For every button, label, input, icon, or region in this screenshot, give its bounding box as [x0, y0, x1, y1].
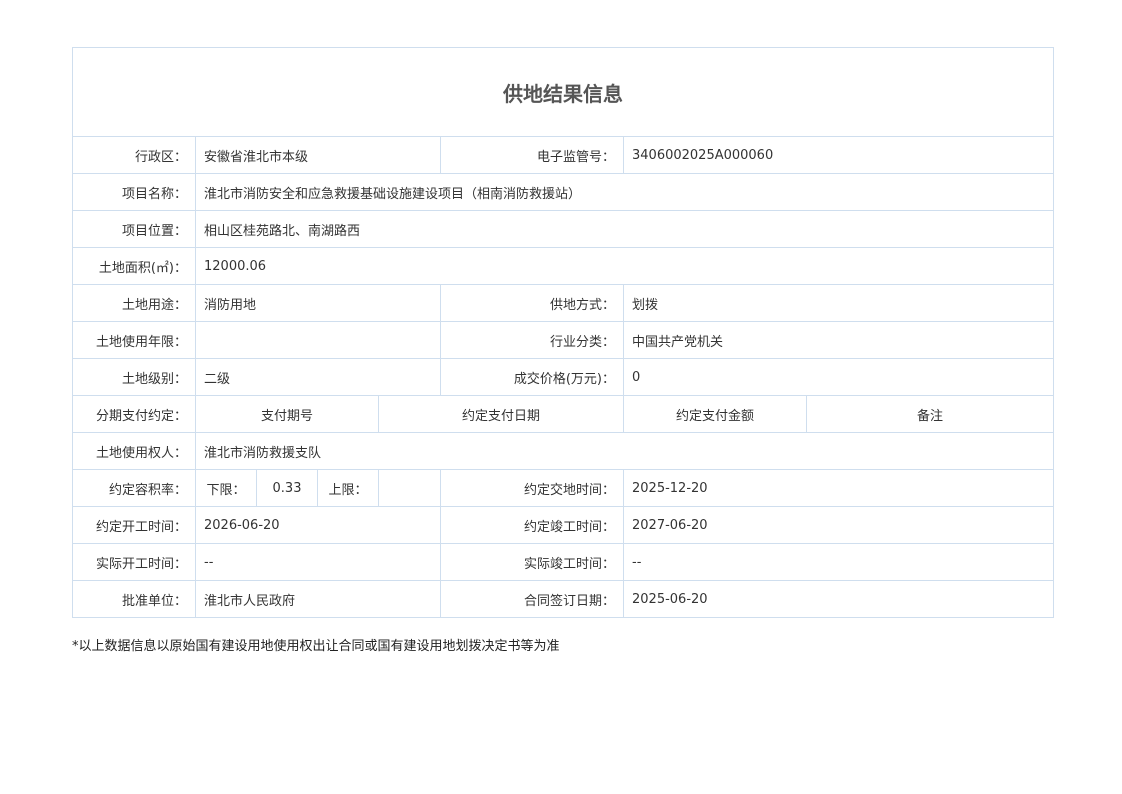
- row-approver: 批准单位： 淮北市人民政府 合同签订日期： 2025-06-20: [72, 580, 1055, 618]
- row-land-grade: 土地级别： 二级 成交价格(万元)： 0: [72, 358, 1055, 396]
- contract-date-label: 合同签订日期：: [440, 580, 624, 618]
- land-grade-label: 土地级别：: [72, 358, 196, 396]
- industry-value: 中国共产党机关: [622, 321, 1055, 359]
- supply-method-label: 供地方式：: [440, 284, 624, 322]
- admin-region-label: 行政区：: [72, 136, 196, 174]
- actual-start-label: 实际开工时间：: [72, 543, 196, 581]
- land-use-value: 消防用地: [195, 284, 441, 322]
- row-project-location: 项目位置： 相山区桂苑路北、南湖路西: [72, 210, 1055, 248]
- start-time-label: 约定开工时间：: [72, 506, 196, 544]
- row-actual-start: 实际开工时间： -- 实际竣工时间： --: [72, 543, 1055, 581]
- finish-time-value: 2027-06-20: [622, 506, 1055, 544]
- right-holder-value: 淮北市消防救援支队: [194, 432, 1055, 470]
- deal-price-label: 成交价格(万元)：: [440, 358, 624, 396]
- supply-method-value: 划拨: [622, 284, 1055, 322]
- industry-label: 行业分类：: [440, 321, 624, 359]
- plot-ratio-upper-label: 上限：: [317, 469, 379, 507]
- title-row: 供地结果信息: [71, 47, 1055, 137]
- project-location-value: 相山区桂苑路北、南湖路西: [194, 210, 1055, 248]
- row-admin-region: 行政区： 安徽省淮北市本级 电子监管号： 3406002025A000060: [72, 136, 1055, 174]
- installment-header-date: 约定支付日期: [378, 395, 624, 433]
- contract-date-value: 2025-06-20: [622, 580, 1055, 618]
- actual-finish-label: 实际竣工时间：: [440, 543, 624, 581]
- footnote: *以上数据信息以原始国有建设用地使用权出让合同或国有建设用地划拨决定书等为准: [72, 639, 560, 654]
- project-name-label: 项目名称：: [72, 173, 196, 211]
- finish-time-label: 约定竣工时间：: [440, 506, 624, 544]
- row-right-holder: 土地使用权人： 淮北市消防救援支队: [72, 432, 1055, 470]
- installment-header-period: 支付期号: [195, 395, 379, 433]
- project-location-label: 项目位置：: [72, 210, 196, 248]
- plot-ratio-label: 约定容积率：: [72, 469, 196, 507]
- installment-label: 分期支付约定：: [72, 395, 196, 433]
- land-use-label: 土地用途：: [72, 284, 196, 322]
- installment-header-amount: 约定支付金额: [623, 395, 807, 433]
- land-area-value: 12000.06: [194, 247, 1055, 285]
- row-start-time: 约定开工时间： 2026-06-20 约定竣工时间： 2027-06-20: [72, 506, 1055, 544]
- plot-ratio-lower-label: 下限：: [195, 469, 257, 507]
- supervision-no-label: 电子监管号：: [440, 136, 624, 174]
- land-supply-table: 供地结果信息 行政区： 安徽省淮北市本级 电子监管号： 3406002025A0…: [71, 47, 1055, 618]
- row-land-use: 土地用途： 消防用地 供地方式： 划拨: [72, 284, 1055, 322]
- land-supply-result-sheet: 供地结果信息 行政区： 安徽省淮北市本级 电子监管号： 3406002025A0…: [71, 47, 1055, 618]
- handover-time-value: 2025-12-20: [622, 469, 1055, 507]
- land-grade-value: 二级: [195, 358, 441, 396]
- actual-finish-value: --: [622, 543, 1055, 581]
- land-area-label: 土地面积(㎡)：: [72, 247, 196, 285]
- installment-header-remark: 备注: [805, 395, 1055, 433]
- row-project-name: 项目名称： 淮北市消防安全和应急救援基础设施建设项目（相南消防救援站）: [72, 173, 1055, 211]
- start-time-value: 2026-06-20: [195, 506, 441, 544]
- row-use-term: 土地使用年限： 行业分类： 中国共产党机关: [72, 321, 1055, 359]
- right-holder-label: 土地使用权人：: [72, 432, 196, 470]
- plot-ratio-upper-value: [378, 469, 441, 507]
- use-term-label: 土地使用年限：: [72, 321, 196, 359]
- supervision-no-value: 3406002025A000060: [622, 136, 1055, 174]
- admin-region-value: 安徽省淮北市本级: [195, 136, 441, 174]
- use-term-value: [195, 321, 441, 359]
- handover-time-label: 约定交地时间：: [440, 469, 624, 507]
- project-name-value: 淮北市消防安全和应急救援基础设施建设项目（相南消防救援站）: [194, 173, 1055, 211]
- page-title: 供地结果信息: [71, 47, 1055, 137]
- approver-value: 淮北市人民政府: [195, 580, 441, 618]
- plot-ratio-lower-value: 0.33: [256, 469, 318, 507]
- row-installment: 分期支付约定： 支付期号 约定支付日期 约定支付金额 备注: [72, 395, 1055, 433]
- approver-label: 批准单位：: [72, 580, 196, 618]
- row-land-area: 土地面积(㎡)： 12000.06: [72, 247, 1055, 285]
- deal-price-value: 0: [622, 358, 1055, 396]
- actual-start-value: --: [195, 543, 441, 581]
- row-plot-ratio: 约定容积率： 下限： 0.33 上限： 约定交地时间： 2025-12-20: [72, 469, 1055, 507]
